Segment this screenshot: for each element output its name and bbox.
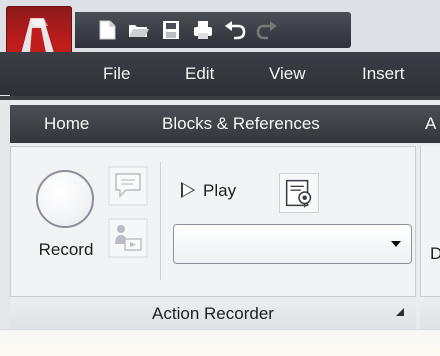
preferences-icon[interactable] — [279, 173, 319, 213]
action-macro-dropdown[interactable] — [173, 224, 412, 264]
tab-home[interactable]: Home — [44, 105, 89, 143]
next-panel-title-bar — [420, 296, 440, 329]
save-icon[interactable] — [159, 19, 183, 41]
quick-access-toolbar — [75, 12, 351, 48]
play-label: Play — [203, 181, 237, 200]
print-icon[interactable] — [191, 19, 215, 41]
ribbon-top-border — [0, 96, 440, 100]
tab-next[interactable]: A — [425, 105, 436, 143]
drawing-area[interactable] — [0, 330, 440, 356]
play-button[interactable]: Play — [181, 176, 236, 206]
ribbon-left-edge — [0, 95, 10, 356]
redo-icon[interactable] — [255, 19, 279, 41]
ribbon-tab-bar: Home Blocks & References A — [10, 105, 440, 143]
tab-blocks-references[interactable]: Blocks & References — [162, 105, 320, 143]
panel-dialog-launcher-icon[interactable] — [396, 308, 404, 316]
record-button[interactable] — [36, 170, 94, 228]
record-label[interactable]: Record — [26, 238, 106, 262]
menu-bar: File Edit View Insert — [0, 52, 440, 96]
menu-file[interactable]: File — [103, 52, 130, 96]
play-icon — [181, 181, 195, 198]
undo-icon[interactable] — [223, 19, 247, 41]
menu-view[interactable]: View — [269, 52, 306, 96]
chevron-down-icon — [391, 241, 401, 247]
open-icon[interactable] — [127, 19, 151, 41]
panel-title-bar: Action Recorder — [10, 296, 416, 329]
request-user-input-icon[interactable] — [108, 218, 148, 258]
menu-insert[interactable]: Insert — [362, 52, 405, 96]
panel-divider — [160, 162, 161, 280]
menu-edit[interactable]: Edit — [185, 52, 214, 96]
panel-title: Action Recorder — [152, 304, 274, 323]
new-icon[interactable] — [95, 19, 119, 41]
insert-message-icon[interactable] — [108, 166, 148, 206]
next-panel-label: D — [430, 244, 440, 263]
